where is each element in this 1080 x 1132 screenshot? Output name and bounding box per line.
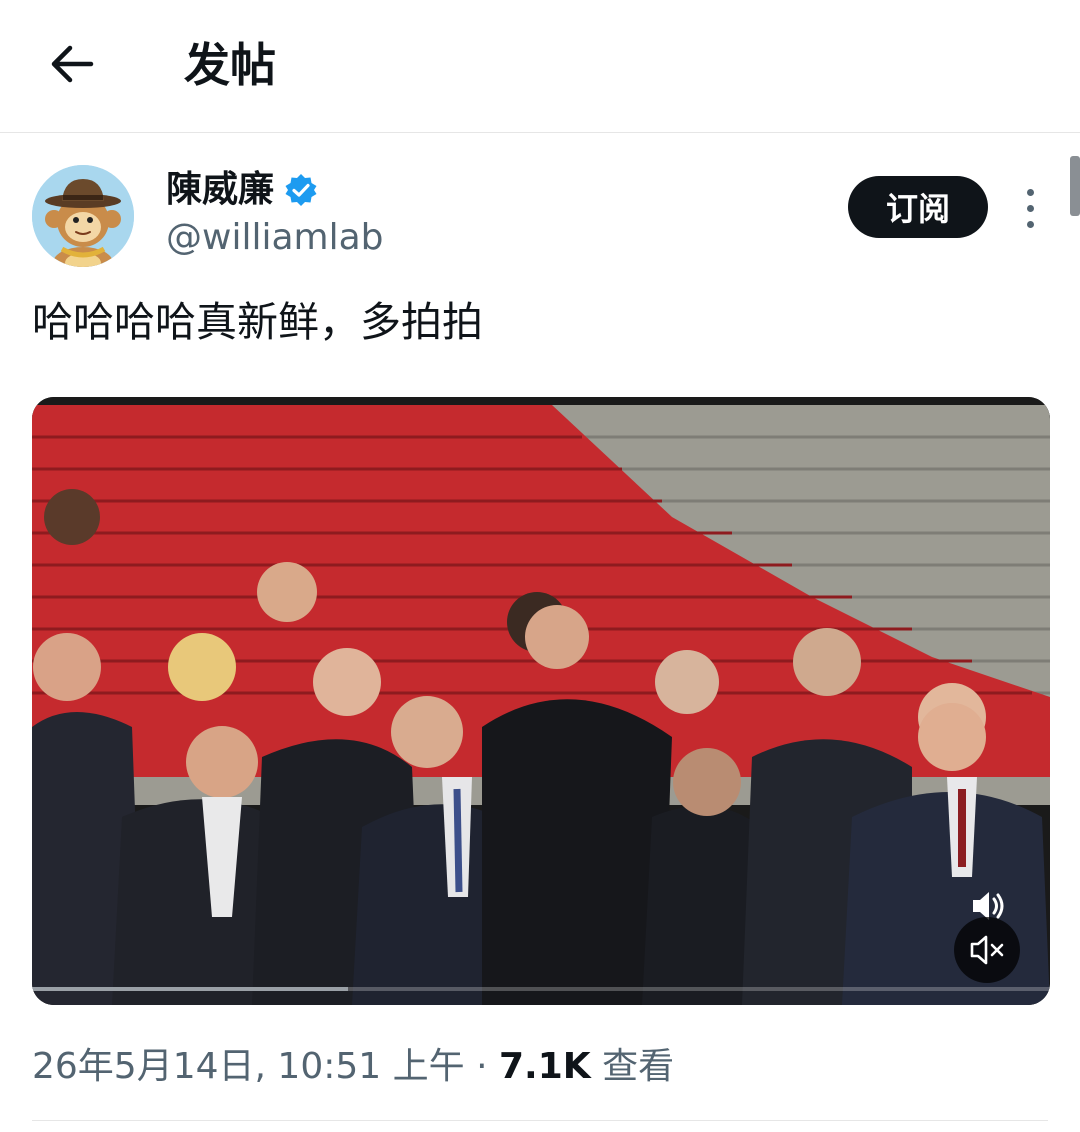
more-options-button[interactable] — [1010, 184, 1050, 232]
verified-badge-icon — [285, 174, 317, 206]
author-name-row[interactable]: 陳威廉 — [166, 166, 318, 214]
video-player[interactable] — [32, 397, 1050, 1005]
views-count[interactable]: 7.1K — [499, 1046, 591, 1087]
back-button[interactable] — [42, 36, 102, 92]
video-progress-bar[interactable] — [32, 987, 1050, 991]
volume-mute-icon — [970, 935, 1004, 965]
arrow-left-icon — [51, 45, 94, 83]
views-label: 查看 — [602, 1046, 675, 1087]
mute-toggle-button[interactable] — [954, 917, 1020, 983]
divider — [32, 1120, 1048, 1121]
monkey-avatar-icon — [32, 165, 134, 267]
top-bar: 发帖 — [0, 0, 1080, 133]
subscribe-button[interactable]: 订阅 — [848, 176, 988, 238]
page-title: 发帖 — [184, 38, 276, 92]
tweet-meta: 26年5月14日, 10:51 上午 · 7.1K 查看 — [32, 1040, 674, 1094]
meta-separator: · — [476, 1046, 488, 1087]
display-name: 陳威廉 — [166, 169, 275, 210]
more-vertical-icon — [1026, 188, 1034, 196]
avatar[interactable] — [32, 165, 134, 267]
video-frame — [32, 397, 1050, 1005]
video-progress-fill — [32, 987, 348, 991]
timestamp[interactable]: 26年5月14日, 10:51 上午 — [32, 1046, 465, 1087]
tweet-text: 哈哈哈哈真新鲜，多拍拍 — [32, 298, 483, 346]
author-handle[interactable]: @williamlab — [166, 214, 384, 262]
scrollbar[interactable] — [1070, 156, 1080, 216]
